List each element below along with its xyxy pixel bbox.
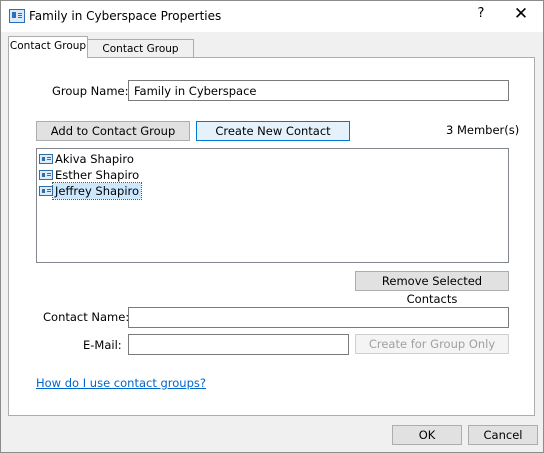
help-link[interactable]: How do I use contact groups? xyxy=(36,376,206,390)
contact-card-icon xyxy=(39,186,53,196)
properties-dialog: Family in Cyberspace Properties ? ✕ Cont… xyxy=(0,0,544,453)
tab-contact-group-details[interactable]: Contact Group Details xyxy=(88,39,194,73)
member-name: Esther Shapiro xyxy=(55,168,140,182)
contact-group-icon xyxy=(9,9,25,23)
email-label: E-Mail: xyxy=(83,338,122,352)
tab-contact-group[interactable]: Contact Group xyxy=(8,36,88,58)
email-input[interactable] xyxy=(128,334,349,355)
add-to-contact-group-button[interactable]: Add to Contact Group xyxy=(36,121,190,141)
window-title: Family in Cyberspace Properties xyxy=(29,9,222,23)
member-name: Jeffrey Shapiro xyxy=(51,182,143,200)
help-button[interactable]: ? xyxy=(471,3,491,27)
ok-button[interactable]: OK xyxy=(392,425,462,445)
member-count: 3 Member(s) xyxy=(446,123,520,137)
remove-selected-contacts-button[interactable]: Remove Selected Contacts xyxy=(355,271,509,306)
cancel-button[interactable]: Cancel xyxy=(468,425,538,445)
members-list[interactable]: Akiva Shapiro Esther Shapiro Jeffrey Sha… xyxy=(36,148,509,263)
create-for-group-only-button[interactable]: Create for Group Only xyxy=(355,334,509,354)
group-name-input[interactable] xyxy=(128,80,509,101)
contact-card-icon xyxy=(39,154,53,164)
close-icon[interactable]: ✕ xyxy=(509,3,533,27)
group-name-label: Group Name: xyxy=(52,84,129,98)
contact-card-icon xyxy=(39,170,53,180)
create-new-contact-button[interactable]: Create New Contact xyxy=(196,121,350,141)
member-name: Akiva Shapiro xyxy=(55,152,134,166)
title-bar: Family in Cyberspace Properties ? ✕ xyxy=(1,1,543,32)
contact-name-input[interactable] xyxy=(128,307,509,328)
contact-name-label: Contact Name: xyxy=(43,310,130,324)
